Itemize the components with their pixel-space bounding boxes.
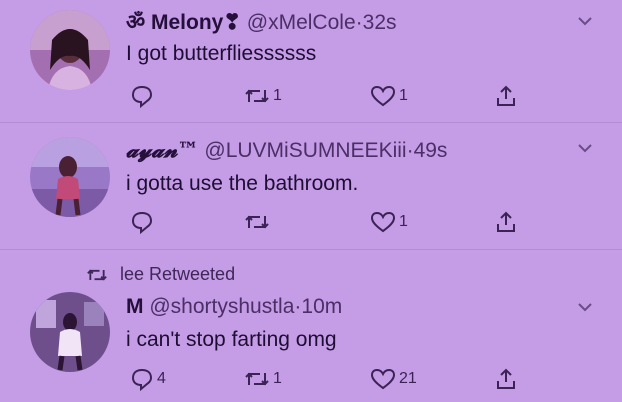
chevron-down-icon[interactable] <box>576 139 594 157</box>
retweet-count: 1 <box>273 87 282 104</box>
user-handle[interactable]: @shortyshustla <box>149 295 294 318</box>
user-handle[interactable]: @xMelCole <box>247 11 356 34</box>
tweet-text: i gotta use the bathroom. <box>126 172 359 195</box>
heart-icon <box>370 85 396 107</box>
display-name[interactable]: 𝓪𝔂𝓪𝓷™ <box>126 137 199 162</box>
retweet-button[interactable]: 1 <box>244 366 282 392</box>
like-button[interactable]: 1 <box>370 209 408 235</box>
avatar[interactable] <box>30 10 110 90</box>
tweet[interactable]: ॐ Melony❣ @xMelCole·32s I got butterflie… <box>0 0 622 120</box>
user-handle[interactable]: @LUVMiSUMNEEKiii <box>204 139 406 162</box>
retweet-icon <box>245 215 269 229</box>
reply-button[interactable]: 4 <box>130 366 166 392</box>
tweet-actions: 4 1 21 <box>126 366 526 392</box>
chevron-down-icon[interactable] <box>576 298 594 316</box>
retweet-button[interactable] <box>244 209 273 235</box>
retweet-count: 1 <box>273 370 282 387</box>
tweet[interactable]: lee Retweeted M @shortyshustla·10m i can… <box>0 250 622 402</box>
like-button[interactable]: 21 <box>370 366 417 392</box>
reply-count: 4 <box>157 370 166 387</box>
like-button[interactable]: 1 <box>370 83 408 109</box>
retweet-context-label: lee Retweeted <box>120 264 236 284</box>
retweet-button[interactable]: 1 <box>244 83 282 109</box>
retweet-context[interactable]: lee Retweeted <box>84 264 235 285</box>
retweet-icon <box>87 269 107 280</box>
display-name[interactable]: M <box>126 295 144 318</box>
tweet-actions: 1 <box>126 209 526 235</box>
avatar[interactable] <box>30 137 110 217</box>
chevron-down-icon[interactable] <box>576 12 594 30</box>
like-count: 1 <box>399 87 408 104</box>
share-button[interactable] <box>494 83 518 109</box>
like-count: 1 <box>399 213 408 230</box>
timestamp[interactable]: 49s <box>414 139 448 162</box>
separator-dot: · <box>355 11 363 34</box>
display-name[interactable]: ॐ Melony❣ <box>126 11 241 34</box>
retweet-icon <box>245 89 269 103</box>
retweet-icon <box>245 372 269 386</box>
share-icon <box>497 85 515 106</box>
share-icon <box>497 211 515 232</box>
avatar[interactable] <box>30 292 110 372</box>
tweet-header: M @shortyshustla·10m <box>126 295 342 319</box>
tweet-header: ॐ Melony❣ @xMelCole·32s <box>126 8 397 36</box>
tweet[interactable]: 𝓪𝔂𝓪𝓷™ @LUVMiSUMNEEKiii·49s i gotta use t… <box>0 123 622 248</box>
tweet-text: i can't stop farting omg <box>126 328 337 351</box>
share-button[interactable] <box>494 209 518 235</box>
reply-icon <box>131 211 153 234</box>
reply-icon <box>131 85 153 108</box>
share-icon <box>497 368 515 389</box>
heart-icon <box>370 211 396 233</box>
like-count: 21 <box>399 370 417 387</box>
tweet-actions: 1 1 <box>126 83 526 109</box>
reply-button[interactable] <box>130 83 157 109</box>
reply-button[interactable] <box>130 209 157 235</box>
tweet-text: I got butterfliessssss <box>126 42 317 65</box>
reply-icon <box>131 368 153 391</box>
share-button[interactable] <box>494 366 518 392</box>
separator-dot: · <box>406 139 414 162</box>
heart-icon <box>370 368 396 390</box>
timestamp[interactable]: 32s <box>363 11 397 34</box>
tweet-header: 𝓪𝔂𝓪𝓷™ @LUVMiSUMNEEKiii·49s <box>126 137 447 163</box>
timestamp[interactable]: 10m <box>301 295 342 318</box>
